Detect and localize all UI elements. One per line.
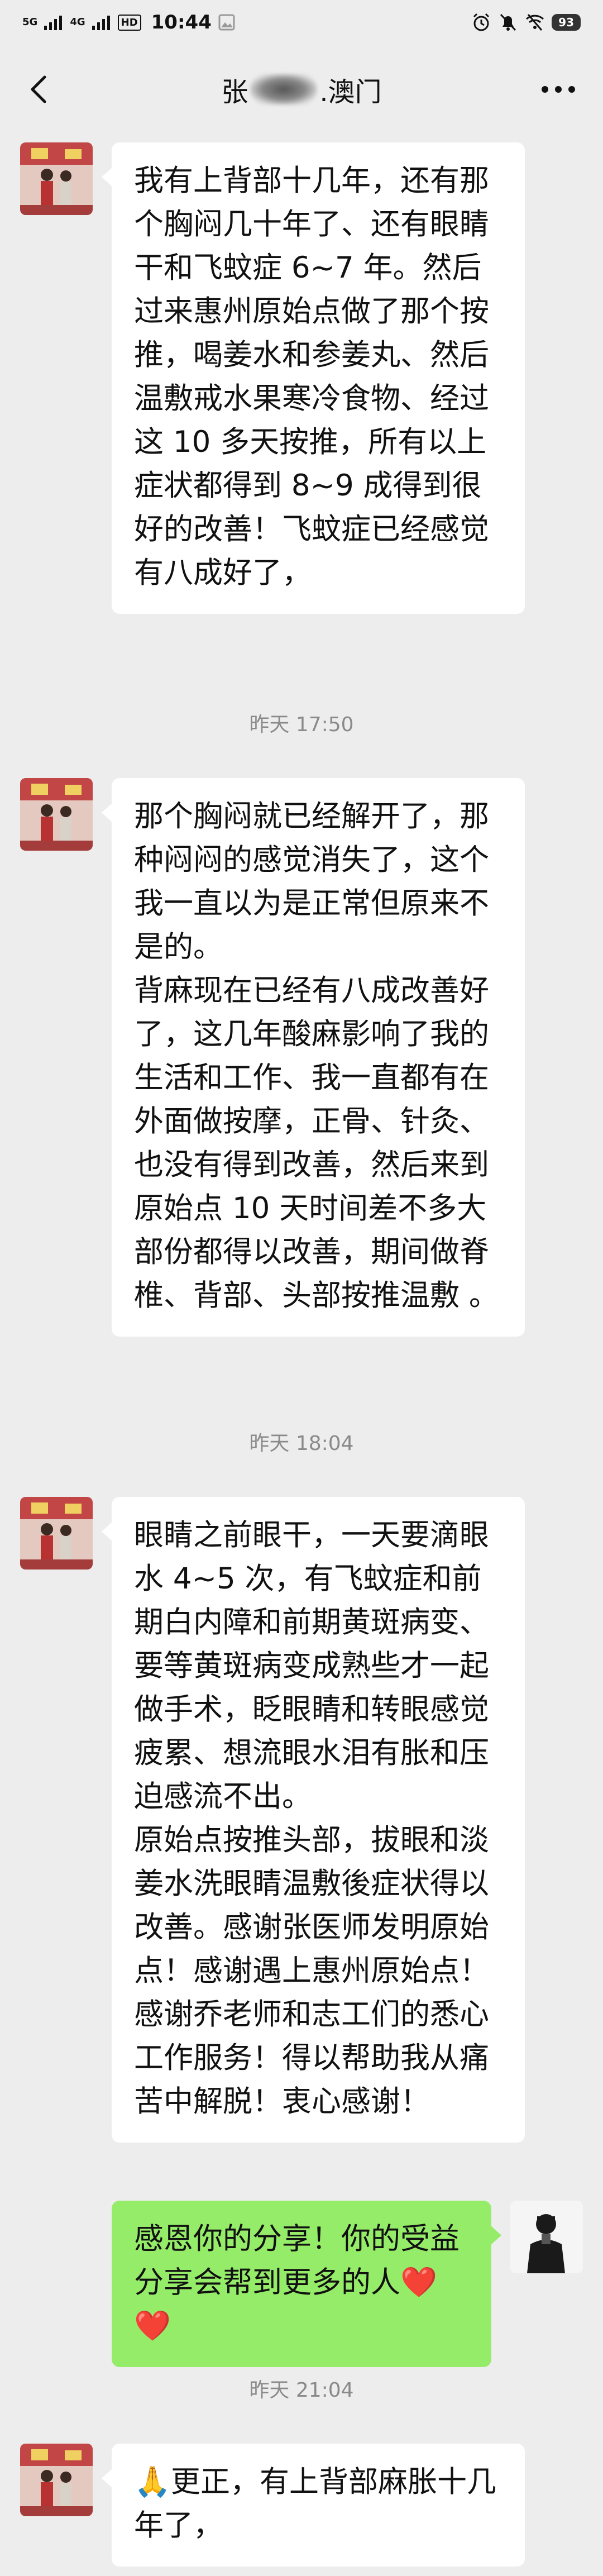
message-bubble-incoming[interactable]: 我有上背部十几年，还有那个胸闷几十年了、还有眼睛干和飞蚊症 6~7 年。然后过来… [102,142,525,614]
more-dots-icon [542,86,575,93]
hd-badge: HD [117,14,141,31]
avatar[interactable] [20,778,93,851]
avatar-image [20,2444,93,2516]
timestamp: 昨天 17:50 [249,713,354,736]
back-button[interactable] [22,73,56,106]
avatar-image [20,142,93,215]
alarm-icon [473,13,490,31]
avatar[interactable] [20,2444,93,2516]
chat-header: 张 .澳门 [0,45,603,134]
message-text: 那个胸闷就已经解开了，那种闷闷的感觉消失了，这个我一直以为是正常但原来不是的。 [134,799,489,964]
message-text: 我有上背部十几年，还有那个胸闷几十年了、还有眼睛干和飞蚊症 6~7 年。然后过来… [134,164,489,590]
timestamp: 昨天 21:04 [249,2379,354,2402]
message-text: 眼睛之前眼干，一天要滴眼水 4~5 次，有飞蚊症和前期白内障和前期黄斑病变、要等… [134,1518,489,1814]
more-options-button[interactable] [536,73,581,106]
message-bubble-incoming[interactable]: 🙏更正，有上背部麻胀十几年了， [102,2444,525,2567]
avatar[interactable] [20,142,93,215]
mute-icon [500,13,516,31]
signal-4g-label: 4G [70,16,85,28]
message-bubble-incoming[interactable]: 眼睛之前眼干，一天要滴眼水 4~5 次，有飞蚊症和前期白内障和前期黄斑病变、要等… [102,1497,525,2143]
my-avatar[interactable] [510,2201,583,2273]
status-right: 93 [471,12,581,32]
status-bar: 5G 4G HD 10:44 93 [0,0,603,45]
chat-title: 张 .澳门 [221,70,382,109]
message-text: 背麻现在已经有八成改善好了，这几年酸麻影响了我的生活和工作、我一直都有在外面做按… [134,974,499,1313]
avatar-image [20,1497,93,1570]
avatar-image [510,2201,583,2273]
chat-title-prefix: 张 [221,77,248,108]
signal-bars-icon [92,16,110,30]
timestamp: 昨天 18:04 [249,1432,354,1455]
status-time: 10:44 [151,11,212,34]
message-text: 感恩你的分享！你的受益分享会帮到更多的人❤️❤️ [134,2222,460,2343]
image-notification-icon [218,14,235,31]
status-left: 5G 4G HD 10:44 [22,11,235,34]
message-text: 原始点按推头部，拔眼和淡姜水洗眼睛温敷後症状得以改善。感谢张医师发明原始点！感谢… [134,1823,489,2119]
battery-indicator: 93 [552,14,581,31]
chevron-left-icon [31,75,46,103]
blurred-name [250,74,318,105]
wifi-off-icon [526,14,544,31]
avatar-image [20,778,93,851]
chat-title-suffix: .澳门 [319,77,382,108]
message-bubble-outgoing[interactable]: 感恩你的分享！你的受益分享会帮到更多的人❤️❤️ [112,2201,501,2367]
avatar[interactable] [20,1497,93,1570]
message-bubble-incoming[interactable]: 那个胸闷就已经解开了，那种闷闷的感觉消失了，这个我一直以为是正常但原来不是的。 … [102,778,525,1337]
signal-bars-icon [44,16,63,30]
message-text: 🙏更正，有上背部麻胀十几年了， [134,2465,496,2542]
signal-5g-label: 5G [22,16,38,28]
